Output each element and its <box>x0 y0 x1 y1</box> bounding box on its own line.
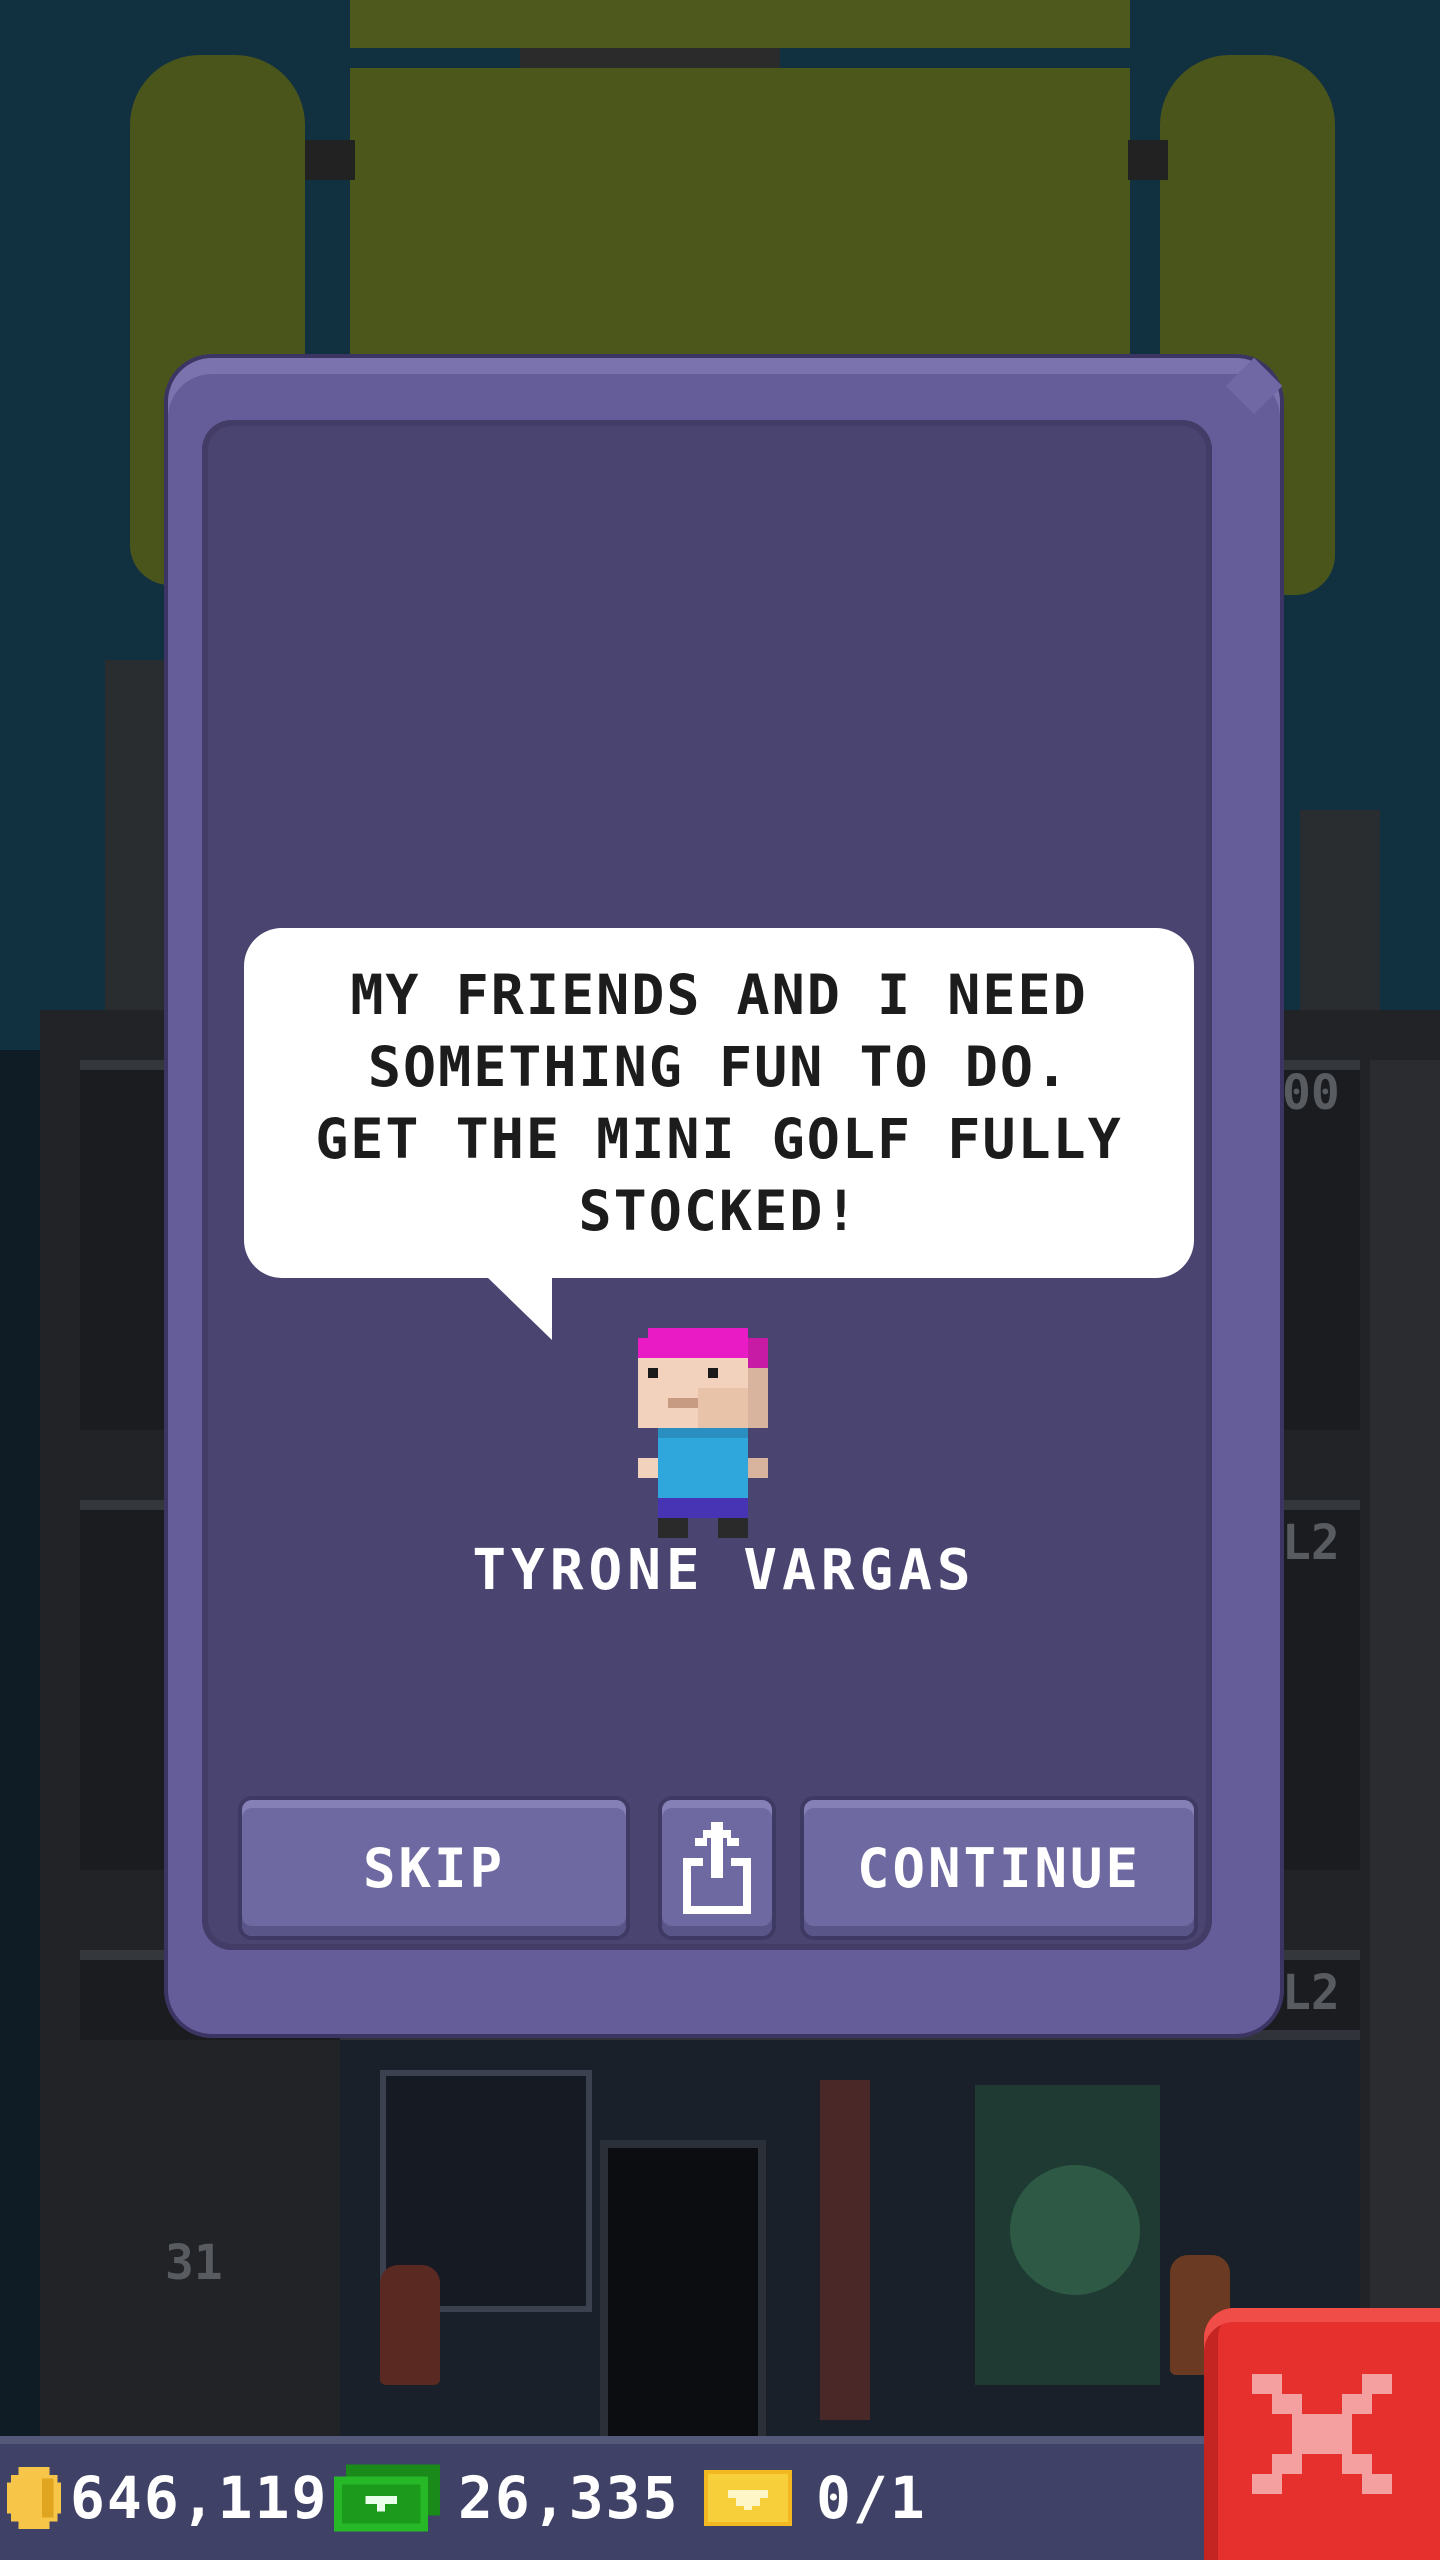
skip-button[interactable]: SKIP <box>242 1800 626 1936</box>
speech-text: MY FRIENDS AND I NEED SOMETHING FUN TO D… <box>315 963 1123 1243</box>
bitizen-avatar-icon <box>638 1328 768 1538</box>
bux-value: 26,335 <box>458 2464 680 2532</box>
background-door <box>600 2140 766 2456</box>
close-button[interactable] <box>1204 2308 1440 2560</box>
background-level-number: L2 <box>1282 1965 1340 2021</box>
share-icon <box>683 1822 751 1914</box>
game-screen: 00 L2 L2 31 MY FRIENDS AND I NEED SOMETH… <box>0 0 1440 2560</box>
background-tank-cap <box>520 48 780 68</box>
coin-icon <box>6 2467 62 2529</box>
background-level-number: 31 <box>165 2235 223 2291</box>
background-elevator-shaft <box>1370 1060 1440 2460</box>
close-icon <box>1252 2374 1392 2494</box>
background-bitizen <box>380 2265 440 2385</box>
background-level-number: L2 <box>1282 1515 1340 1571</box>
mission-dialog: MY FRIENDS AND I NEED SOMETHING FUN TO D… <box>168 357 1283 2034</box>
coins-value: 646,119 <box>70 2464 329 2532</box>
share-button[interactable] <box>662 1800 772 1936</box>
background-level-number: 00 <box>1282 1065 1340 1121</box>
background-pole <box>820 2080 870 2420</box>
background-pipe <box>1128 140 1168 180</box>
speech-bubble-tail <box>486 1276 552 1340</box>
coins-counter: 646,119 <box>6 2458 328 2538</box>
character-name: TYRONE VARGAS <box>472 1538 976 1603</box>
tickets-counter: 0/1 <box>704 2458 927 2538</box>
golden-ticket-icon <box>704 2470 792 2526</box>
background-tank-lid <box>350 0 1130 48</box>
speech-bubble: MY FRIENDS AND I NEED SOMETHING FUN TO D… <box>244 928 1194 1278</box>
background-golf-ball <box>1010 2165 1140 2295</box>
continue-button[interactable]: CONTINUE <box>804 1800 1194 1936</box>
background-pipe <box>305 140 355 180</box>
tickets-value: 0/1 <box>816 2464 927 2532</box>
bux-counter: 26,335 <box>334 2458 680 2538</box>
bux-icon <box>334 2464 440 2532</box>
